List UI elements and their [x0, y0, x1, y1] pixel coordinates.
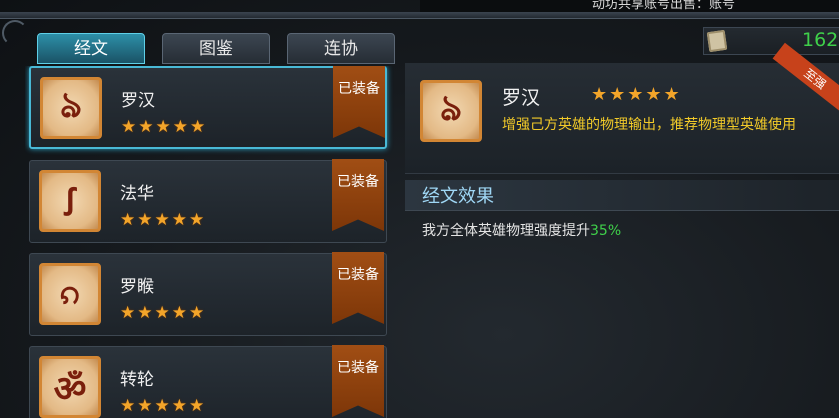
rune-icon: ঌ: [420, 80, 482, 142]
ticker-text: 动坊共享账号出售：账号: [592, 0, 736, 12]
currency-value: 162: [802, 29, 839, 51]
equipped-banner: 已装备: [332, 252, 384, 324]
effect-text: 我方全体英雄物理强度提升35%: [422, 220, 621, 240]
currency-display: 162: [703, 27, 839, 55]
effect-description: 我方全体英雄物理强度提升: [422, 223, 590, 239]
equipped-banner: 已装备: [333, 66, 385, 138]
tab-synergy[interactable]: 连协: [287, 33, 395, 64]
equipped-label: 已装备: [337, 267, 379, 283]
rune-icon: ॐ: [39, 356, 101, 418]
rune-icon: ꭍ: [39, 170, 101, 232]
star-rating: ★★★★★: [120, 210, 207, 230]
detail-description: 增强己方英雄的物理输出，推荐物理型英雄使用: [502, 117, 796, 133]
detail-panel: ঌ 罗汉 ★★★★★ 增强己方英雄的物理输出，推荐物理型英雄使用 至强 经文效果…: [405, 42, 839, 418]
scripture-name: 罗汉: [121, 91, 155, 111]
star-rating: ★★★★★: [121, 117, 208, 137]
star-rating: ★★★★★: [120, 396, 207, 416]
rune-icon: ၵ: [39, 263, 101, 325]
scripture-list[interactable]: ঌ 罗汉 ★★★★★ 已装备 ꭍ 法华 ★★★★★ 已装备 ၵ 罗睺 ★★★★★…: [25, 66, 395, 418]
scripture-name: 转轮: [120, 370, 154, 390]
effect-title: 经文效果: [422, 186, 494, 207]
scripture-detail: ঌ 罗汉 ★★★★★ 增强己方英雄的物理输出，推荐物理型英雄使用 至强: [405, 42, 839, 174]
scripture-card[interactable]: ꭍ 法华 ★★★★★ 已装备: [29, 159, 387, 243]
equipped-banner: 已装备: [332, 345, 384, 417]
scripture-card[interactable]: ॐ 转轮 ★★★★★ 已装备: [29, 345, 387, 418]
corner-ornament-icon: [2, 20, 28, 46]
detail-star-rating: ★★★★★: [591, 84, 682, 105]
rune-icon: ঌ: [40, 77, 102, 139]
equipped-label: 已装备: [337, 174, 379, 190]
tab-scripture[interactable]: 经文: [37, 33, 145, 64]
equipped-banner: 已装备: [332, 159, 384, 231]
effect-value: 35%: [590, 223, 622, 239]
tab-codex[interactable]: 图鉴: [162, 33, 270, 64]
scripture-name: 法华: [120, 184, 154, 204]
equipped-label: 已装备: [338, 81, 380, 97]
scripture-name: 罗睺: [120, 277, 154, 297]
star-rating: ★★★★★: [120, 303, 207, 323]
scroll-icon: [706, 29, 728, 53]
effect-section-header: 经文效果: [405, 180, 839, 211]
scripture-card[interactable]: ঌ 罗汉 ★★★★★ 已装备: [29, 66, 387, 149]
top-frame: [0, 12, 839, 19]
scripture-card[interactable]: ၵ 罗睺 ★★★★★ 已装备: [29, 252, 387, 336]
equipped-label: 已装备: [337, 360, 379, 376]
detail-name: 罗汉: [502, 87, 541, 109]
